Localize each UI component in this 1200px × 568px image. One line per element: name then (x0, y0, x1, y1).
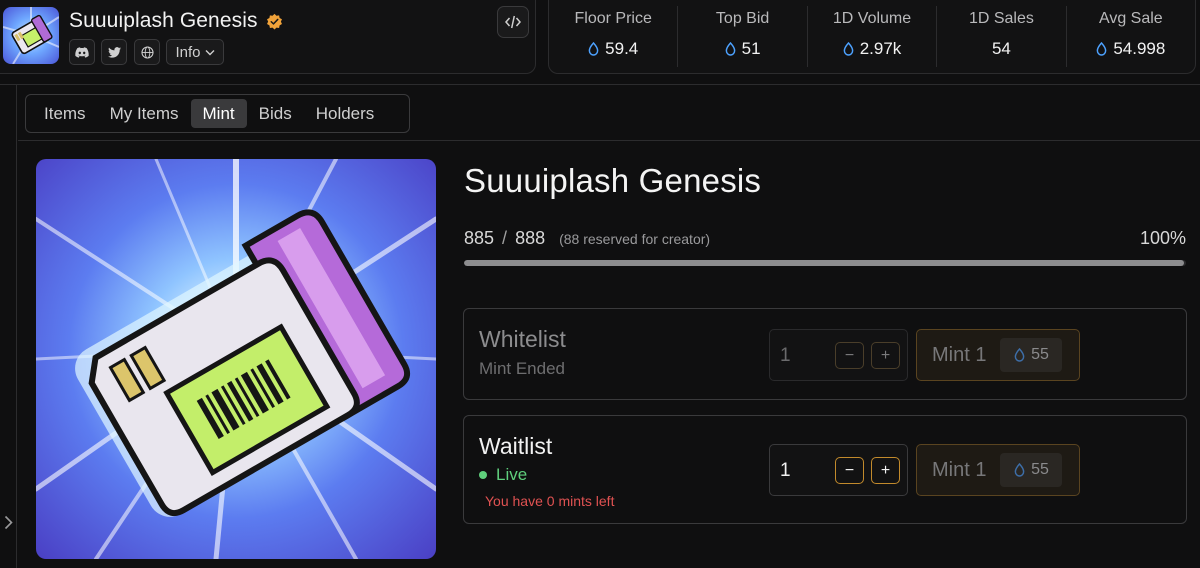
quantity-stepper: 1 − + (769, 329, 908, 381)
decrement-button[interactable]: − (835, 457, 864, 484)
tab-mint[interactable]: Mint (190, 99, 247, 128)
tab-holders[interactable]: Holders (304, 99, 387, 128)
stat-1d-sales: 1D Sales 54 (937, 6, 1067, 67)
stat-value: 2.97k (859, 39, 902, 58)
mint-title: Suuuiplash Genesis (464, 162, 762, 199)
tab-my-items[interactable]: My Items (98, 99, 191, 128)
mint-price-value: 55 (1031, 461, 1049, 478)
collapsed-sidebar (0, 84, 17, 568)
sui-drop-icon (725, 42, 735, 56)
total-supply: 888 (515, 228, 546, 248)
minted-count: 885 (464, 228, 495, 248)
mints-left-warning: You have 0 mints left (485, 493, 615, 509)
phase-name: Whitelist (479, 326, 566, 352)
stat-value-row: 54.998 (1096, 39, 1165, 59)
increment-button[interactable]: + (871, 342, 900, 369)
stat-value-row: 51 (725, 39, 761, 59)
discord-link[interactable] (69, 39, 95, 65)
tabs-divider (18, 140, 1200, 141)
stat-top-bid: Top Bid 51 (678, 6, 808, 67)
mint-button-label: Mint 1 (932, 343, 987, 366)
header-divider (0, 84, 1200, 85)
verified-badge-icon (267, 13, 282, 30)
stat-value-row: 54 (992, 39, 1011, 59)
info-label: Info (175, 43, 201, 61)
discord-icon (75, 46, 89, 58)
mint-button[interactable]: Mint 1 55 (916, 329, 1080, 381)
mint-button[interactable]: Mint 1 55 (916, 444, 1080, 496)
stat-value: 51 (741, 39, 761, 58)
chevron-right-icon (4, 515, 13, 529)
twitter-link[interactable] (101, 39, 127, 65)
stat-label: Avg Sale (1098, 10, 1163, 27)
sui-drop-icon (1014, 348, 1025, 362)
phase-waitlist: Waitlist Live You have 0 mints left 1 − … (463, 415, 1187, 524)
collection-tabs: Items My Items Mint Bids Holders (25, 94, 410, 133)
mint-price-value: 55 (1031, 346, 1049, 363)
quantity-value[interactable]: 1 (780, 460, 791, 482)
sui-drop-icon (588, 42, 599, 56)
collection-artwork (36, 159, 436, 559)
mint-button-label: Mint 1 (932, 458, 987, 481)
phase-status: Mint Ended (479, 359, 565, 378)
live-status: Live (479, 465, 527, 485)
stat-1d-volume: 1D Volume 2.97k (808, 6, 938, 67)
twitter-icon (107, 46, 121, 58)
stat-floor-price: Floor Price 59.4 (549, 6, 679, 67)
quantity-stepper: 1 − + (769, 444, 908, 496)
stat-label: 1D Sales (968, 10, 1034, 27)
collection-logo (3, 7, 59, 64)
sui-drop-icon (1014, 463, 1025, 477)
mint-percent: 100% (1139, 228, 1186, 248)
stat-value: 59.4 (605, 39, 639, 58)
supply-separator: / (502, 228, 508, 248)
collection-header: Suuuiplash Genesis Info (0, 0, 536, 74)
mint-progress-bar (464, 260, 1186, 266)
reserved-note: (88 reserved for creator) (559, 231, 711, 247)
tab-bids[interactable]: Bids (247, 99, 304, 128)
mint-supply: 885 / 888 (88 reserved for creator) (464, 228, 710, 249)
stat-value-row: 2.97k (843, 39, 902, 59)
quantity-value: 1 (780, 345, 791, 366)
info-dropdown[interactable]: Info (166, 39, 224, 65)
stat-value-row: 59.4 (588, 39, 638, 59)
globe-icon (140, 45, 154, 59)
collection-stats: Floor Price 59.4 Top Bid 51 1D Volume 2.… (548, 0, 1196, 74)
mint-progress-fill (464, 260, 1184, 266)
mint-price: 55 (1000, 338, 1063, 372)
chevron-down-icon (205, 49, 215, 55)
stat-avg-sale: Avg Sale 54.998 (1067, 6, 1195, 67)
website-link[interactable] (134, 39, 160, 65)
tab-items[interactable]: Items (32, 99, 98, 128)
phase-whitelist: Whitelist Mint Ended 1 − + Mint 1 55 (463, 308, 1187, 400)
stat-label: Top Bid (715, 10, 770, 27)
code-embed-icon (505, 15, 521, 29)
stat-label: Floor Price (574, 10, 652, 27)
sidebar-expand-button[interactable] (0, 512, 16, 532)
sui-drop-icon (843, 42, 854, 56)
stat-label: 1D Volume (832, 10, 912, 27)
live-dot-icon (479, 471, 487, 479)
increment-button[interactable]: + (871, 457, 900, 484)
embed-code-button[interactable] (497, 6, 529, 38)
stat-value: 54.998 (1113, 39, 1166, 58)
mint-price: 55 (1000, 453, 1063, 487)
decrement-button[interactable]: − (835, 342, 864, 369)
phase-name: Waitlist (479, 433, 553, 459)
collection-title: Suuuiplash Genesis (69, 9, 258, 32)
phase-status: Live (496, 465, 528, 484)
sui-drop-icon (1096, 42, 1107, 56)
stat-value: 54 (991, 39, 1011, 58)
